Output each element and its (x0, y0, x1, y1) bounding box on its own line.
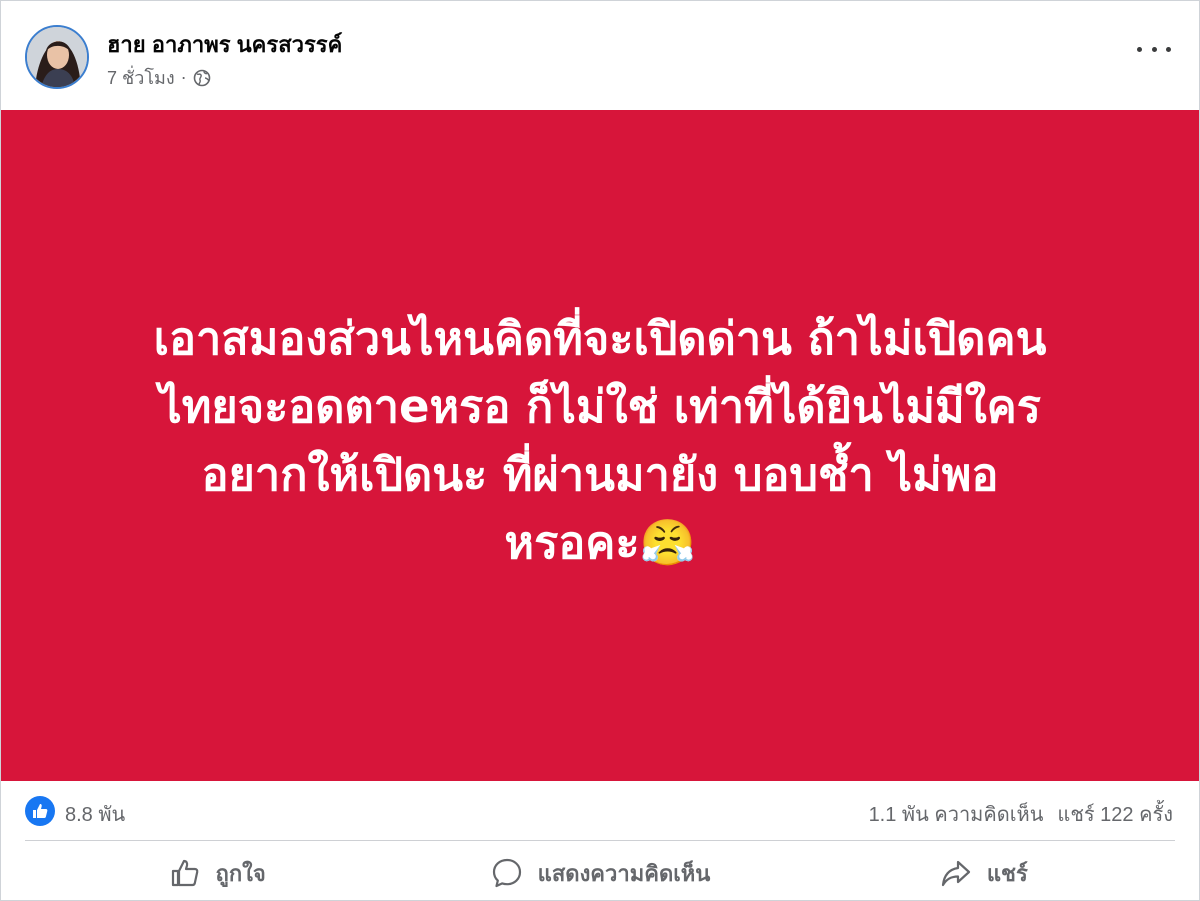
post-text-line: เอาสมองส่วนไหนคิดที่จะเปิดด่าน ถ้าไม่เปิ… (153, 311, 1047, 365)
post-banner: เอาสมองส่วนไหนคิดที่จะเปิดด่าน ถ้าไม่เปิ… (1, 110, 1199, 781)
comment-count[interactable]: 1.1 พัน ความคิดเห็น (869, 798, 1044, 830)
thumbs-up-icon (33, 804, 48, 818)
thumbs-up-icon (171, 859, 198, 887)
post-text: เอาสมองส่วนไหนคิดที่จะเปิดด่าน ถ้าไม่เปิ… (60, 305, 1140, 577)
author-name[interactable]: ฮาย อาภาพร นครสวรรค์ (107, 27, 342, 62)
like-count[interactable]: 8.8 พัน (65, 798, 125, 830)
share-count[interactable]: แชร์ 122 ครั้ง (1057, 798, 1173, 830)
globe-icon (193, 69, 210, 86)
share-label: แชร์ (986, 860, 1028, 886)
post-time[interactable]: 7 ชั่วโมง (107, 63, 175, 92)
avatar[interactable] (25, 25, 89, 89)
more-options-icon[interactable] (1137, 39, 1171, 59)
like-label: ถูกใจ (215, 860, 266, 886)
engagement-counts: 1.1 พัน ความคิดเห็น แชร์ 122 ครั้ง (869, 798, 1173, 830)
comment-button[interactable]: แสดงความคิดเห็น (408, 847, 791, 899)
avatar-image (27, 27, 87, 87)
like-reaction-icon[interactable] (25, 796, 55, 826)
share-button[interactable]: แชร์ (792, 847, 1175, 899)
post-text-line: อยากให้เปิด￼นะ ที่ผ่านมายัง บอบช้ำ ￼ไม่พ… (201, 447, 999, 501)
action-divider (25, 840, 1175, 841)
post-actions: ถูกใจ แสดงความคิดเห็น แชร์ (25, 847, 1175, 899)
share-arrow-icon (941, 860, 970, 887)
post-text-line: ไทยจะอดตาeหรอ ก็ไม่ใช่ เท่าที่ได้ยินไม่ม… (159, 379, 1041, 433)
post-header: ฮาย อาภาพร นครสวรรค์ 7 ชั่วโมง · (1, 1, 1199, 109)
comment-label: แสดงความคิดเห็น (537, 860, 711, 886)
reaction-summary: 8.8 พัน 1.1 พัน ความคิดเห็น แชร์ 122 ครั… (1, 782, 1199, 840)
post-text-line: หรอคะ😤 (504, 515, 696, 569)
like-button[interactable]: ถูกใจ (25, 847, 408, 899)
comment-icon (492, 858, 521, 888)
meta-separator: · (180, 67, 187, 87)
post-meta: 7 ชั่วโมง · (107, 63, 211, 92)
